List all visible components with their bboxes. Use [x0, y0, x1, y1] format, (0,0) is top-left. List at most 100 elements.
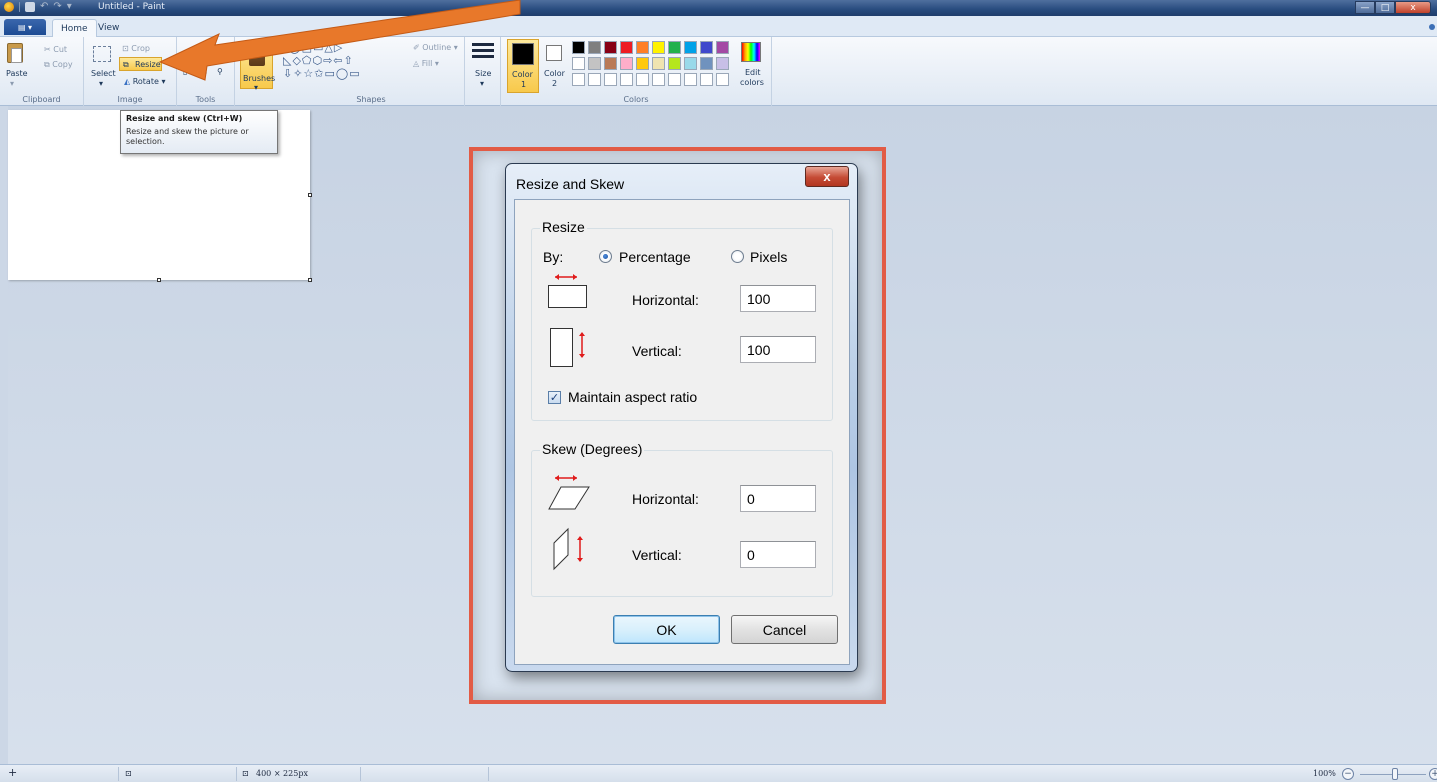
- cancel-button[interactable]: Cancel: [731, 615, 838, 644]
- maintain-aspect-label[interactable]: Maintain aspect ratio: [568, 389, 697, 405]
- edit-colors-label-2[interactable]: colors: [740, 78, 764, 87]
- palette-swatch[interactable]: [684, 41, 697, 54]
- palette-swatch[interactable]: [588, 57, 601, 70]
- color-picker-icon[interactable]: ✎: [201, 67, 208, 76]
- close-button[interactable]: x: [1395, 1, 1431, 14]
- palette-swatch[interactable]: [668, 57, 681, 70]
- size-icon[interactable]: [472, 43, 494, 61]
- palette-swatch[interactable]: [604, 73, 617, 86]
- palette-swatch[interactable]: [604, 57, 617, 70]
- palette-swatch[interactable]: [636, 57, 649, 70]
- palette-swatch[interactable]: [716, 41, 729, 54]
- status-bar: + ⊡ ⊡ 400 × 225px 100% − +: [0, 764, 1437, 782]
- undo-icon[interactable]: ↶: [40, 2, 48, 12]
- rotate-button[interactable]: ◭ Rotate ▾: [124, 77, 165, 86]
- size-dropdown-icon[interactable]: ▾: [480, 79, 484, 88]
- magnifier-icon[interactable]: ⚲: [217, 67, 223, 76]
- title-bar: ↶ ↷ ▾ Untitled - Paint — □ x: [0, 0, 1437, 16]
- redo-icon[interactable]: ↷: [53, 2, 61, 12]
- size-button[interactable]: Size: [475, 69, 491, 78]
- skew-vertical-input[interactable]: 0: [740, 541, 816, 568]
- palette-swatch[interactable]: [652, 57, 665, 70]
- palette-swatch[interactable]: [572, 41, 585, 54]
- save-icon[interactable]: [25, 2, 35, 12]
- shapes-gallery[interactable]: ◟◯□▭△▷ ◺◇⬠⬡⇨⇦⇧ ⇩✧☆✩▭◯▭: [283, 41, 403, 87]
- edit-colors-label[interactable]: Edit: [745, 68, 761, 77]
- select-dropdown-icon[interactable]: ▾: [99, 79, 103, 88]
- paint-menu-button[interactable]: ▤ ▾: [4, 19, 46, 35]
- zoom-in-button[interactable]: +: [1429, 768, 1437, 780]
- palette-swatch[interactable]: [700, 41, 713, 54]
- select-icon[interactable]: [93, 46, 111, 62]
- paste-dropdown-icon[interactable]: ▾: [10, 79, 14, 88]
- canvas-resize-handle-bottom[interactable]: [157, 278, 161, 282]
- image-group-label: Image: [117, 95, 143, 104]
- tab-view[interactable]: View: [90, 19, 127, 37]
- customize-qat-icon[interactable]: ▾: [67, 2, 72, 12]
- edit-colors-icon[interactable]: [741, 42, 761, 62]
- maintain-aspect-checkbox[interactable]: ✓: [548, 391, 561, 404]
- pixels-label[interactable]: Pixels: [750, 249, 787, 265]
- outline-label: Outline: [422, 43, 452, 52]
- fill-button[interactable]: ◬ Fill ▾: [413, 59, 439, 68]
- status-separator: [488, 767, 489, 781]
- pixels-radio[interactable]: [731, 250, 744, 263]
- color-1-button[interactable]: Color 1: [507, 39, 539, 93]
- fill-label: Fill: [421, 59, 433, 68]
- palette-swatch[interactable]: [700, 73, 713, 86]
- percentage-label[interactable]: Percentage: [619, 249, 691, 265]
- palette-swatch[interactable]: [636, 41, 649, 54]
- palette-swatch[interactable]: [684, 73, 697, 86]
- palette-swatch[interactable]: [588, 73, 601, 86]
- qat-separator: [19, 2, 20, 12]
- palette-swatch[interactable]: [604, 41, 617, 54]
- palette-swatch[interactable]: [716, 73, 729, 86]
- palette-swatch[interactable]: [652, 73, 665, 86]
- fill-bucket-icon[interactable]: ▯: [183, 67, 187, 76]
- zoom-out-button[interactable]: −: [1342, 768, 1354, 780]
- palette-swatch[interactable]: [620, 57, 633, 70]
- skew-horizontal-input[interactable]: 0: [740, 485, 816, 512]
- canvas-resize-handle-corner[interactable]: [308, 278, 312, 282]
- ok-button[interactable]: OK: [613, 615, 720, 644]
- palette-swatch[interactable]: [716, 57, 729, 70]
- paste-button[interactable]: Paste: [6, 69, 28, 78]
- palette-swatch[interactable]: [700, 57, 713, 70]
- shapes-group-label: Shapes: [356, 95, 386, 104]
- minimize-button[interactable]: —: [1355, 1, 1375, 14]
- outline-button[interactable]: ✐ Outline ▾: [413, 43, 458, 52]
- canvas-resize-handle-right[interactable]: [308, 193, 312, 197]
- palette-swatch[interactable]: [620, 41, 633, 54]
- paint-app-icon[interactable]: [4, 2, 14, 12]
- palette-swatch[interactable]: [620, 73, 633, 86]
- resize-horizontal-input[interactable]: 100: [740, 285, 816, 312]
- copy-label: Copy: [52, 60, 73, 69]
- brushes-button[interactable]: Brushes ▾: [240, 41, 275, 92]
- paste-icon[interactable]: [7, 43, 23, 63]
- cut-button[interactable]: ✂ Cut: [44, 45, 67, 54]
- palette-swatch[interactable]: [572, 57, 585, 70]
- palette-swatch[interactable]: [652, 41, 665, 54]
- dialog-body: Resize By: Percentage Pixels Horizontal:…: [514, 199, 850, 665]
- percentage-radio[interactable]: [599, 250, 612, 263]
- maximize-button[interactable]: □: [1375, 1, 1395, 14]
- select-button[interactable]: Select: [91, 69, 116, 78]
- help-icon[interactable]: [1429, 24, 1435, 30]
- palette-swatch[interactable]: [572, 73, 585, 86]
- resize-icon: ⧉: [123, 60, 129, 69]
- shapes-row-1: ◟◯□▭△▷: [283, 41, 344, 54]
- palette-swatch[interactable]: [668, 41, 681, 54]
- copy-button[interactable]: ⧉ Copy: [44, 60, 73, 70]
- palette-swatch[interactable]: [588, 41, 601, 54]
- resize-button[interactable]: ⧉ Resize: [119, 57, 162, 71]
- palette-swatch[interactable]: [636, 73, 649, 86]
- palette-swatch[interactable]: [668, 73, 681, 86]
- zoom-slider-thumb[interactable]: [1392, 768, 1398, 780]
- resize-vertical-input[interactable]: 100: [740, 336, 816, 363]
- skew-legend: Skew (Degrees): [540, 441, 645, 457]
- dialog-close-button[interactable]: x: [805, 166, 849, 187]
- crop-button[interactable]: ⊡ Crop: [122, 44, 150, 53]
- palette-swatch[interactable]: [684, 57, 697, 70]
- brush-icon: [249, 44, 265, 66]
- resize-horizontal-icon: [548, 274, 587, 308]
